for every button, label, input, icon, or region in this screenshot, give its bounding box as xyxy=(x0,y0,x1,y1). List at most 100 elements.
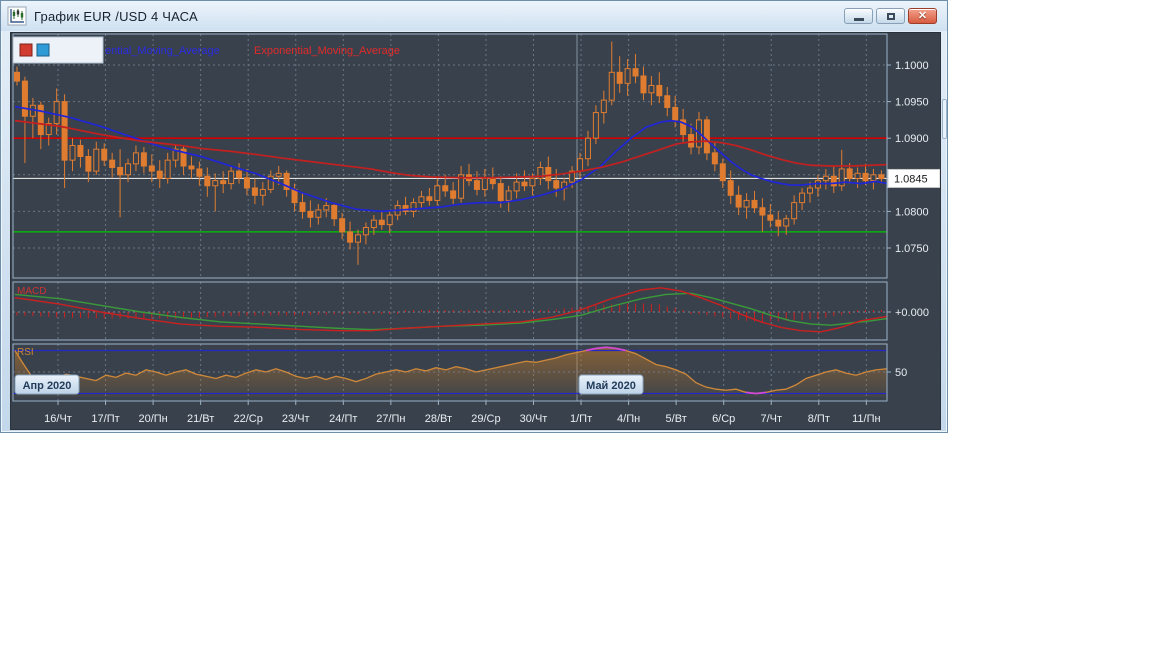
indicator-blue-swatch[interactable] xyxy=(36,43,50,57)
candle-body xyxy=(291,188,298,204)
date-axis-label: 11/Пн xyxy=(852,413,880,425)
candle-body xyxy=(386,214,393,226)
macd-signal-line xyxy=(14,292,888,331)
rsi-extreme-segment xyxy=(595,346,607,350)
date-axis-label: 24/Пт xyxy=(329,413,357,425)
candle-body xyxy=(767,214,774,221)
candle-body xyxy=(450,190,457,199)
macd-zero-label: +0.000 xyxy=(895,307,929,319)
legend-ma-blue-label: ential_Moving_Average xyxy=(105,45,220,57)
candle-body xyxy=(109,159,116,168)
candle-body xyxy=(775,219,782,227)
ema-red-line xyxy=(14,119,888,179)
candle-body xyxy=(212,180,219,187)
date-axis-label: 20/Пн xyxy=(138,413,167,425)
candle-body xyxy=(21,80,28,117)
candle-body xyxy=(93,148,100,172)
candle-body xyxy=(315,209,322,218)
rsi-extreme-segment xyxy=(745,391,757,395)
candle-body xyxy=(719,163,726,182)
date-axis-label: 5/Вт xyxy=(666,413,687,425)
candle-body xyxy=(711,152,718,165)
candle-body xyxy=(600,99,607,114)
window-title: График EUR /USD 4 ЧАСА xyxy=(34,8,198,24)
candle-body xyxy=(513,181,520,192)
candle-body xyxy=(323,205,330,211)
date-axis-label: 21/Вт xyxy=(187,413,214,425)
current-price-label: 1.0845 xyxy=(894,173,928,185)
chart-client-area[interactable]: 1.1000 1.0950 1.0900 1.0800 1.0750 1.0845 +0.0… xyxy=(10,32,941,430)
date-axis-label: 7/Чт xyxy=(760,413,782,425)
date-axis-label: 27/Пн xyxy=(376,413,405,425)
restore-icon xyxy=(886,12,895,20)
candle-body xyxy=(14,71,20,82)
candle-body xyxy=(505,190,512,201)
candle-body xyxy=(307,210,314,218)
close-button[interactable]: ✕ xyxy=(908,8,937,24)
rsi-extreme-segment xyxy=(605,346,617,350)
price-axis-label: 1.0750 xyxy=(895,243,929,255)
candle-body xyxy=(228,170,235,185)
candle-body xyxy=(434,185,441,201)
scrollbar-thumb[interactable] xyxy=(942,99,947,139)
indicator-red-swatch[interactable] xyxy=(19,43,33,57)
candle-body xyxy=(473,180,480,190)
price-axis-label: 1.1000 xyxy=(895,60,929,72)
candle-body xyxy=(807,187,813,194)
candle-body xyxy=(656,84,663,97)
candle-body xyxy=(156,170,163,179)
candle-body xyxy=(85,156,92,172)
candle-body xyxy=(751,199,758,209)
titlebar[interactable]: График EUR /USD 4 ЧАСА ✕ xyxy=(1,1,947,31)
date-axis-label: 23/Чт xyxy=(282,413,310,425)
price-axis-label: 1.0950 xyxy=(895,97,929,109)
date-axis-label: 22/Ср xyxy=(234,413,263,425)
candlestick-chart-icon xyxy=(7,6,27,26)
candle-body xyxy=(640,75,647,94)
candle-body xyxy=(410,202,417,212)
candle-body xyxy=(862,172,869,182)
candle-body xyxy=(854,172,861,179)
date-axis-label: 17/Пт xyxy=(91,413,119,425)
may-2020-label-text: Май 2020 xyxy=(586,380,636,392)
candle-body xyxy=(481,177,488,190)
date-axis-label: 6/Ср xyxy=(712,413,735,425)
candle-body xyxy=(743,199,750,208)
candle-body xyxy=(735,194,742,208)
candle-body xyxy=(236,170,243,179)
candle-body xyxy=(545,166,552,182)
candle-body xyxy=(497,183,504,201)
candle-body xyxy=(632,68,639,77)
candle-body xyxy=(822,175,829,182)
legend-ma-red-label: Exponential_Moving_Average xyxy=(254,45,400,57)
candle-body xyxy=(426,196,433,201)
candle-body xyxy=(584,137,591,160)
restore-button[interactable] xyxy=(876,8,905,24)
rsi-fill-area xyxy=(15,347,887,397)
candle-body xyxy=(529,177,536,187)
candle-body xyxy=(878,174,885,179)
rsi-50-label: 50 xyxy=(895,367,907,379)
april-2020-label-text: Апр 2020 xyxy=(23,380,72,392)
candle-body xyxy=(164,159,171,179)
candle-body xyxy=(592,112,599,139)
candle-body xyxy=(624,68,631,84)
candle-body xyxy=(791,202,798,220)
candle-body xyxy=(69,145,76,161)
macd-title-label: MACD xyxy=(17,286,46,297)
minimize-icon xyxy=(853,17,864,21)
candle-body xyxy=(553,180,560,189)
candle-body xyxy=(688,134,695,148)
date-axis-label: 29/Ср xyxy=(471,413,500,425)
date-axis-label: 1/Пт xyxy=(570,413,592,425)
candle-body xyxy=(275,172,282,177)
candle-body xyxy=(243,177,250,189)
candle-body xyxy=(489,177,496,185)
date-axis-label: 4/Пн xyxy=(617,413,640,425)
rsi-extreme-segment xyxy=(755,391,767,395)
candle-body xyxy=(370,219,377,229)
date-axis-label: 16/Чт xyxy=(44,413,72,425)
date-axis-label: 28/Вт xyxy=(425,413,452,425)
minimize-button[interactable] xyxy=(844,8,873,24)
candle-body xyxy=(196,168,203,177)
